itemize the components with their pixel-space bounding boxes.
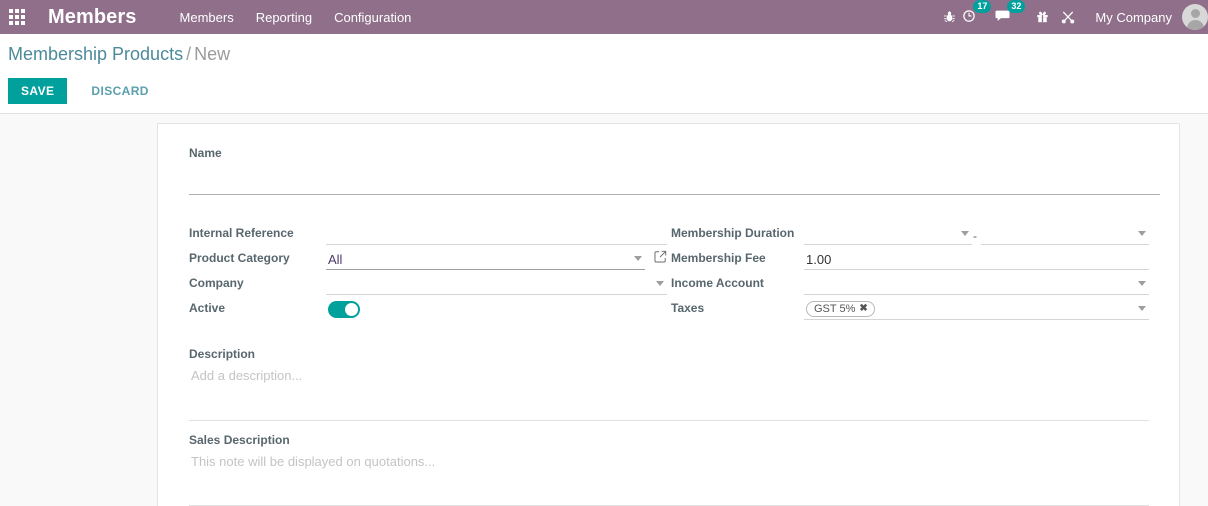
membership-duration-range: -	[804, 224, 1149, 245]
avatar-body-icon	[1186, 20, 1204, 30]
bug-icon	[944, 11, 955, 22]
company-select[interactable]	[326, 274, 667, 295]
chevron-down-icon[interactable]	[1138, 281, 1146, 286]
name-input[interactable]	[189, 168, 1160, 195]
breadcrumb: Membership Products / New	[8, 43, 1208, 65]
messages-button[interactable]: 32	[995, 0, 1026, 34]
avatar-head-icon	[1190, 9, 1200, 18]
product-category-select[interactable]: All	[326, 249, 645, 270]
toggle-knob-icon	[345, 303, 358, 316]
chevron-down-icon[interactable]	[634, 256, 642, 261]
description-input[interactable]: Add a description...	[189, 367, 1149, 387]
messages-count-badge: 32	[1007, 0, 1026, 13]
chevron-down-icon[interactable]	[1138, 306, 1146, 311]
taxes-select[interactable]: GST 5% ✖	[804, 299, 1149, 320]
name-label: Name	[189, 146, 222, 160]
field-product-category: Product Category All	[189, 245, 667, 270]
chevron-down-icon[interactable]	[961, 231, 969, 236]
membership-fee-input[interactable]: 1.00	[804, 249, 1149, 270]
discard-button[interactable]: DISCARD	[79, 78, 160, 104]
name-field-group: Name	[189, 146, 1160, 195]
activities-count-badge: 17	[973, 0, 992, 13]
company-label: Company	[189, 276, 244, 290]
internal-link-icon[interactable]	[654, 250, 667, 263]
income-account-label: Income Account	[671, 276, 764, 290]
internal-reference-label: Internal Reference	[189, 226, 294, 240]
chevron-down-icon[interactable]	[656, 281, 664, 286]
remove-tag-icon[interactable]: ✖	[859, 304, 867, 314]
field-membership-duration: Membership Duration -	[671, 220, 1149, 245]
product-category-value: All	[328, 251, 343, 267]
activities-button[interactable]: 17	[962, 0, 992, 34]
product-category-label: Product Category	[189, 251, 290, 265]
membership-duration-separator: -	[973, 229, 977, 243]
field-company: Company	[189, 270, 667, 295]
gift-icon	[1037, 11, 1048, 23]
menu-item-reporting[interactable]: Reporting	[256, 10, 312, 25]
app-brand-title[interactable]: Members	[48, 6, 137, 29]
control-panel: Membership Products / New SAVE DISCARD	[0, 34, 1208, 114]
field-membership-fee: Membership Fee 1.00	[671, 245, 1149, 270]
tax-tag[interactable]: GST 5% ✖	[806, 301, 875, 317]
membership-duration-to[interactable]	[981, 224, 1149, 245]
sales-description-label: Sales Description	[189, 433, 290, 447]
form-sheet: Name Internal Reference Product Category…	[157, 123, 1180, 506]
internal-reference-input[interactable]	[326, 224, 667, 245]
membership-fee-label: Membership Fee	[671, 251, 766, 265]
breadcrumb-separator: /	[186, 44, 192, 64]
field-active: Active	[189, 295, 667, 320]
bug-button[interactable]	[936, 0, 962, 34]
field-internal-reference: Internal Reference	[189, 220, 667, 245]
breadcrumb-current: New	[194, 44, 231, 64]
membership-duration-from[interactable]	[804, 224, 972, 245]
field-income-account: Income Account	[671, 270, 1149, 295]
form-column-right: Membership Duration - Membership Fee 1.0…	[671, 220, 1149, 320]
chevron-down-icon[interactable]	[1138, 231, 1146, 236]
income-account-select[interactable]	[804, 274, 1149, 295]
form-column-left: Internal Reference Product Category All	[189, 220, 667, 320]
description-label: Description	[189, 347, 256, 361]
active-label: Active	[189, 301, 226, 315]
company-switcher[interactable]: My Company	[1095, 10, 1172, 25]
active-toggle-wrap	[326, 299, 667, 320]
field-taxes: Taxes GST 5% ✖	[671, 295, 1149, 320]
tax-tag-label: GST 5%	[814, 302, 856, 315]
breadcrumb-parent[interactable]: Membership Products	[8, 44, 183, 64]
user-avatar[interactable]	[1182, 4, 1208, 30]
scissors-icon	[1062, 11, 1075, 24]
apps-menu-button[interactable]	[0, 0, 34, 34]
menu-item-members[interactable]: Members	[180, 10, 234, 25]
gift-button[interactable]	[1029, 0, 1055, 34]
form-background: Name Internal Reference Product Category…	[0, 114, 1208, 506]
top-navbar: Members Members Reporting Configuration	[0, 0, 1208, 34]
form-action-buttons: SAVE DISCARD	[8, 78, 1208, 104]
membership-duration-label: Membership Duration	[671, 226, 795, 240]
membership-fee-value: 1.00	[806, 251, 832, 267]
systray: 17 32 My Company	[936, 0, 1208, 34]
apps-grid-icon	[9, 9, 25, 25]
menu-item-configuration[interactable]: Configuration	[334, 10, 411, 25]
sales-description-group: Sales Description This note will be disp…	[189, 433, 1149, 506]
sales-description-input[interactable]: This note will be displayed on quotation…	[189, 453, 1149, 473]
description-group: Description Add a description...	[189, 347, 1149, 421]
save-button[interactable]: SAVE	[8, 78, 68, 104]
active-toggle[interactable]	[328, 301, 360, 318]
description-divider	[189, 420, 1149, 421]
shortcuts-button[interactable]	[1055, 0, 1081, 34]
main-menu: Members Reporting Configuration	[180, 10, 412, 25]
taxes-label: Taxes	[671, 301, 705, 315]
form-columns: Internal Reference Product Category All	[189, 220, 1149, 320]
